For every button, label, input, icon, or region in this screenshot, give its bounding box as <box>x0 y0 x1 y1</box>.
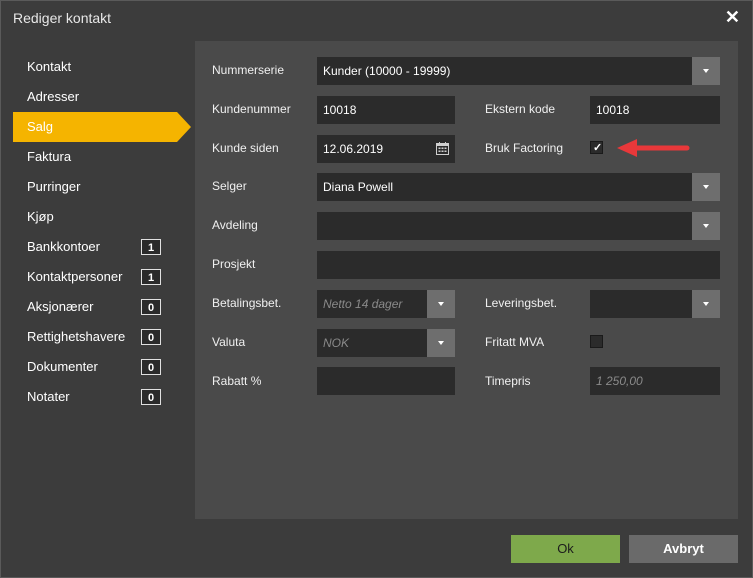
sidebar-item-notater[interactable]: Notater 0 <box>13 382 163 412</box>
nummerserie-label: Nummerserie <box>212 63 285 77</box>
sidebar-item-label: Faktura <box>27 149 72 164</box>
chevron-down-icon[interactable] <box>427 290 455 318</box>
ok-button[interactable]: Ok <box>511 535 620 563</box>
kundenummer-input[interactable]: 10018 <box>317 96 455 124</box>
sidebar-item-salg[interactable]: Salg <box>13 112 191 142</box>
betalingsbet-label: Betalingsbet. <box>212 296 282 310</box>
chevron-down-icon[interactable] <box>427 329 455 357</box>
ekstern-kode-label: Ekstern kode <box>485 102 556 116</box>
avdeling-select[interactable] <box>317 212 692 240</box>
count-badge: 0 <box>141 359 161 375</box>
sidebar-item-adresser[interactable]: Adresser <box>13 82 163 112</box>
sidebar-item-label: Adresser <box>27 89 80 104</box>
edit-contact-dialog: Rediger kontakt ✕ Kontakt Adresser Salg … <box>0 0 753 578</box>
fritatt-mva-checkbox[interactable] <box>590 335 603 348</box>
count-badge: 1 <box>141 269 161 285</box>
bruk-factoring-checkbox[interactable]: ✓ <box>590 141 603 154</box>
sidebar-item-dokumenter[interactable]: Dokumenter 0 <box>13 352 163 382</box>
sidebar-item-kjop[interactable]: Kjøp <box>13 202 163 232</box>
timepris-input[interactable]: 1 250,00 <box>590 367 720 395</box>
count-badge: 0 <box>141 299 161 315</box>
chevron-down-icon[interactable] <box>692 173 720 201</box>
nummerserie-select[interactable]: Kunder (10000 - 19999) <box>317 57 692 85</box>
sidebar-item-bankkontoer[interactable]: Bankkontoer 1 <box>13 232 163 262</box>
sidebar-item-kontakt[interactable]: Kontakt <box>13 52 163 82</box>
leveringsbet-select[interactable] <box>590 290 692 318</box>
chevron-down-icon[interactable] <box>692 57 720 85</box>
betalingsbet-select[interactable]: Netto 14 dager <box>317 290 427 318</box>
prosjekt-label: Prosjekt <box>212 257 256 271</box>
valuta-label: Valuta <box>212 335 246 349</box>
count-badge: 1 <box>141 239 161 255</box>
kunde-siden-label: Kunde siden <box>212 141 279 155</box>
selger-select[interactable]: Diana Powell <box>317 173 692 201</box>
sidebar-item-label: Salg <box>27 119 54 134</box>
count-badge: 0 <box>141 389 161 405</box>
avdeling-label: Avdeling <box>212 218 258 232</box>
sidebar-item-kontaktpersoner[interactable]: Kontaktpersoner 1 <box>13 262 163 292</box>
sidebar-item-label: Kjøp <box>27 209 54 224</box>
prosjekt-input[interactable] <box>317 251 720 279</box>
chevron-down-icon[interactable] <box>692 212 720 240</box>
dialog-title: Rediger kontakt <box>13 10 112 26</box>
sidebar-item-label: Purringer <box>27 179 81 194</box>
sidebar-item-faktura[interactable]: Faktura <box>13 142 163 172</box>
sidebar-nav: Kontakt Adresser Salg Faktura Purringer … <box>13 52 191 412</box>
timepris-label: Timepris <box>485 374 531 388</box>
sidebar-item-label: Rettighetshavere <box>27 329 126 344</box>
sidebar-item-aksjonaerer[interactable]: Aksjonærer 0 <box>13 292 163 322</box>
sidebar-item-label: Aksjonærer <box>27 299 94 314</box>
kunde-siden-date-input[interactable]: 12.06.2019 <box>317 135 455 163</box>
rabatt-label: Rabatt % <box>212 374 262 388</box>
red-arrow-annotation <box>617 139 690 157</box>
close-icon[interactable]: ✕ <box>725 8 740 26</box>
kundenummer-label: Kundenummer <box>212 102 291 116</box>
sidebar-item-label: Kontakt <box>27 59 72 74</box>
checkmark-icon: ✓ <box>593 142 603 154</box>
sidebar-item-label: Notater <box>27 389 70 404</box>
cancel-button[interactable]: Avbryt <box>629 535 738 563</box>
sidebar-item-label: Bankkontoer <box>27 239 100 254</box>
sidebar-item-purringer[interactable]: Purringer <box>13 172 163 202</box>
calendar-icon[interactable] <box>436 142 449 155</box>
fritatt-mva-label: Fritatt MVA <box>485 335 545 349</box>
sidebar-item-label: Dokumenter <box>27 359 98 374</box>
rabatt-input[interactable] <box>317 367 455 395</box>
kunde-siden-value: 12.06.2019 <box>323 142 384 156</box>
chevron-down-icon[interactable] <box>692 290 720 318</box>
sidebar-item-rettighetshavere[interactable]: Rettighetshavere 0 <box>13 322 163 352</box>
bruk-factoring-label: Bruk Factoring <box>485 141 564 155</box>
leveringsbet-label: Leveringsbet. <box>485 296 558 310</box>
selger-label: Selger <box>212 179 247 193</box>
sidebar-item-label: Kontaktpersoner <box>27 269 123 284</box>
ekstern-kode-input[interactable]: 10018 <box>590 96 720 124</box>
valuta-select[interactable]: NOK <box>317 329 427 357</box>
title-bar: Rediger kontakt ✕ <box>1 1 752 35</box>
count-badge: 0 <box>141 329 161 345</box>
